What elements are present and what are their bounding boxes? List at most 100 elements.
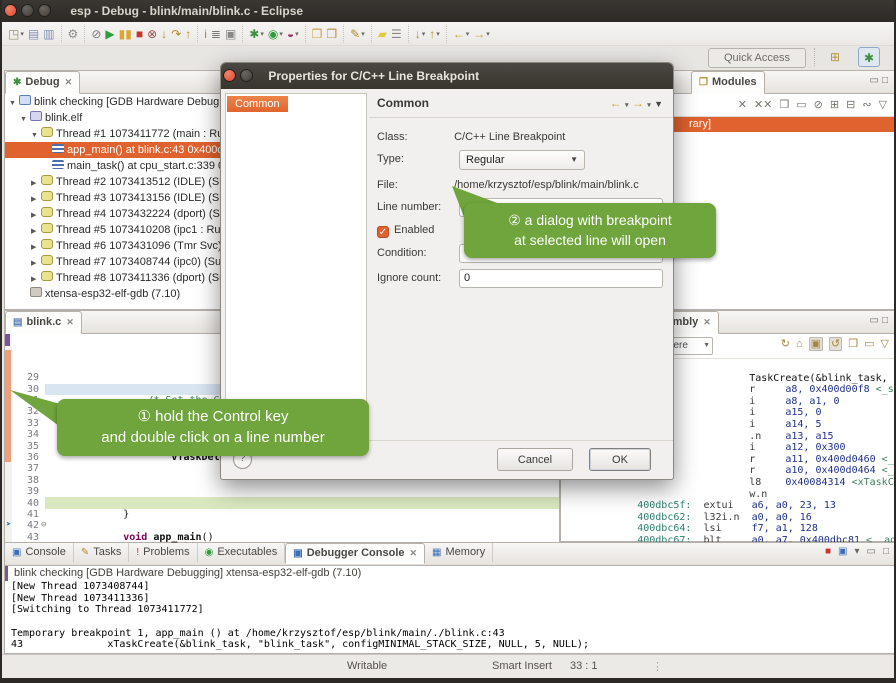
close-icon[interactable]: ✕ (703, 317, 711, 327)
code-line[interactable]: ➤ 43 xTaskCreate(&blink_task, "blink_tas… (5, 497, 559, 508)
dialog-minimize-icon[interactable] (240, 69, 253, 82)
forward-icon[interactable]: → (632, 96, 644, 110)
toolbar-button[interactable]: ❒ (324, 24, 339, 44)
close-icon[interactable]: ✕ (410, 548, 418, 558)
tree-expander-icon[interactable]: ▶ (31, 256, 41, 270)
console-toolbar-icon[interactable]: ■ (825, 546, 831, 557)
toolbar-button[interactable]: ❒ (305, 24, 325, 44)
toolbar-button[interactable]: ✱ ▾ (242, 24, 266, 44)
toolbar-button[interactable]: ▮▮ (117, 24, 134, 44)
toolbar-button[interactable]: ◳ ▾ (6, 24, 26, 44)
debug-tree-row[interactable]: ▶Thread #8 1073411336 (dport) (Sus (5, 270, 229, 286)
cancel-button[interactable]: Cancel (497, 448, 573, 471)
console-tab[interactable]: ▦Memory (425, 543, 493, 562)
code-line[interactable]: 42 { (5, 486, 559, 497)
modules-toolbar-icon[interactable]: ⊘ (814, 99, 823, 111)
close-icon[interactable]: ✕ (65, 77, 73, 87)
open-perspective-button[interactable]: ⊞ (824, 47, 846, 67)
console-tab[interactable]: ✎Tasks (74, 543, 130, 562)
chevron-down-icon[interactable]: ▾ (466, 30, 470, 38)
tree-expander-icon[interactable]: ▶ (31, 176, 41, 190)
debug-perspective-button[interactable]: ✱ (858, 47, 880, 67)
enabled-label[interactable]: Enabled (394, 224, 434, 236)
debug-tree-row[interactable]: ▶Thread #5 1073410208 (ipc1 : Runni (5, 222, 229, 238)
chevron-down-icon[interactable]: ▾ (422, 30, 426, 38)
tree-expander-icon[interactable]: ▶ (31, 272, 41, 286)
toolbar-button[interactable]: i (197, 24, 209, 44)
disassembly-toolbar-icon[interactable]: ▭ (864, 338, 874, 350)
enabled-checkbox[interactable]: ✓ (377, 226, 389, 238)
panel-minmax[interactable]: ▭□ (870, 75, 892, 86)
disassembly-toolbar-icon[interactable]: ↻ (781, 338, 790, 350)
tree-expander-icon[interactable]: ▶ (31, 240, 41, 254)
console-toolbar-icon[interactable]: ▾ (854, 546, 859, 557)
modules-toolbar-icon[interactable]: ✕ (738, 99, 747, 111)
toolbar-button[interactable]: ← ▾ (446, 24, 472, 44)
console-tab[interactable]: ▣Debugger Console✕ (285, 543, 425, 564)
tree-expander-icon[interactable]: ▶ (31, 208, 41, 222)
toolbar-button[interactable]: → ▾ (471, 24, 492, 44)
modules-toolbar-icon[interactable]: ▭ (796, 99, 806, 111)
toolbar-button[interactable]: ↑ (183, 24, 193, 44)
dialog-close-icon[interactable] (223, 69, 236, 82)
window-close-icon[interactable] (4, 4, 17, 17)
toolbar-button[interactable]: ▥ (41, 24, 56, 44)
window-minimize-icon[interactable] (21, 4, 34, 17)
toolbar-button[interactable]: ◒ ▾ (285, 24, 301, 44)
chevron-down-icon[interactable]: ▾ (279, 30, 283, 38)
tree-expander-icon[interactable]: ▶ (31, 224, 41, 238)
debug-tree-row[interactable]: xtensa-esp32-elf-gdb (7.10) (5, 286, 229, 302)
toolbar-button[interactable]: ≣ (209, 24, 223, 44)
ignore-count-input[interactable]: 0 (459, 269, 663, 288)
debug-tree-row[interactable]: ▶Thread #2 1073413512 (IDLE) (Susp (5, 174, 229, 190)
panel-minmax[interactable]: ▭□ (870, 315, 892, 326)
debug-tree-row[interactable]: ▶Thread #3 1073413156 (IDLE) (Susp (5, 190, 229, 206)
debug-tree-row[interactable]: app_main() at blink.c:43 0x400db (5, 142, 229, 158)
disassembly-toolbar-icon[interactable]: ↺ (829, 337, 842, 351)
toolbar-button[interactable]: ▰ (371, 24, 389, 44)
toolbar-button[interactable]: ↑ ▾ (427, 24, 442, 44)
debug-tree-row[interactable]: ▶Thread #4 1073432224 (dport) (Sus (5, 206, 229, 222)
console-tab[interactable]: !Problems (129, 543, 197, 562)
disassembly-toolbar-icon[interactable]: ⌂ (796, 338, 803, 350)
disassembly-toolbar-icon[interactable]: ▣ (809, 337, 823, 351)
chevron-down-icon[interactable]: ▾ (647, 102, 651, 109)
console-output[interactable]: [New Thread 1073408744][New Thread 10734… (5, 581, 895, 651)
console-toolbar-icon[interactable]: ▣ (838, 546, 847, 557)
disassembly-toolbar-icon[interactable]: ▽ (881, 338, 889, 350)
code-line[interactable]: 45 (5, 520, 559, 531)
tab-debug[interactable]: ✱Debug✕ (5, 71, 80, 94)
tab-modules[interactable]: ❒Modules (691, 71, 765, 94)
tree-expander-icon[interactable]: ▶ (31, 192, 41, 206)
chevron-down-icon[interactable]: ▾ (486, 30, 490, 38)
code-line[interactable]: 44 } (5, 509, 559, 520)
toolbar-button[interactable]: ▤ (26, 24, 41, 44)
console-tab[interactable]: ▣Console (5, 543, 74, 562)
back-icon[interactable]: ← (610, 96, 622, 110)
console-toolbar-icon[interactable]: □ (883, 546, 889, 557)
toolbar-button[interactable]: ◉ ▾ (266, 24, 285, 44)
tab-blink-c[interactable]: ▤blink.c✕ (5, 311, 82, 334)
type-select[interactable]: ▼Regular (459, 150, 585, 170)
toolbar-button[interactable]: ▣ (223, 24, 238, 44)
toolbar-button[interactable]: ↓ ▾ (408, 24, 428, 44)
chevron-down-icon[interactable]: ▼ (703, 338, 710, 354)
modules-toolbar-icon[interactable]: ⊟ (846, 99, 855, 111)
window-maximize-icon[interactable] (38, 4, 51, 17)
disassembly-toolbar-icon[interactable]: ❒ (848, 338, 858, 350)
chevron-down-icon[interactable]: ▾ (625, 102, 629, 109)
debug-tree-row[interactable]: ▶Thread #6 1073431096 (Tmr Svc) (S (5, 238, 229, 254)
toolbar-button[interactable]: ⊗ (145, 24, 159, 44)
console-toolbar-icon[interactable]: ▭ (867, 546, 876, 557)
toolbar-button[interactable]: ⊘ (84, 24, 103, 44)
debug-tree-row[interactable]: ▼Thread #1 1073411772 (main : Runn (5, 126, 229, 142)
ok-button[interactable]: OK (589, 448, 651, 471)
chevron-down-icon[interactable]: ▾ (260, 30, 264, 38)
modules-toolbar-icon[interactable]: ∾ (862, 99, 871, 111)
chevron-down-icon[interactable]: ▾ (361, 30, 365, 38)
toolbar-button[interactable]: ⚙ (61, 24, 81, 44)
toolbar-button[interactable]: ↷ (169, 24, 183, 44)
chevron-down-icon[interactable]: ▾ (295, 30, 299, 38)
toolbar-button[interactable]: ↓ (159, 24, 169, 44)
modules-toolbar-icon[interactable]: ✕✕ (754, 99, 772, 111)
